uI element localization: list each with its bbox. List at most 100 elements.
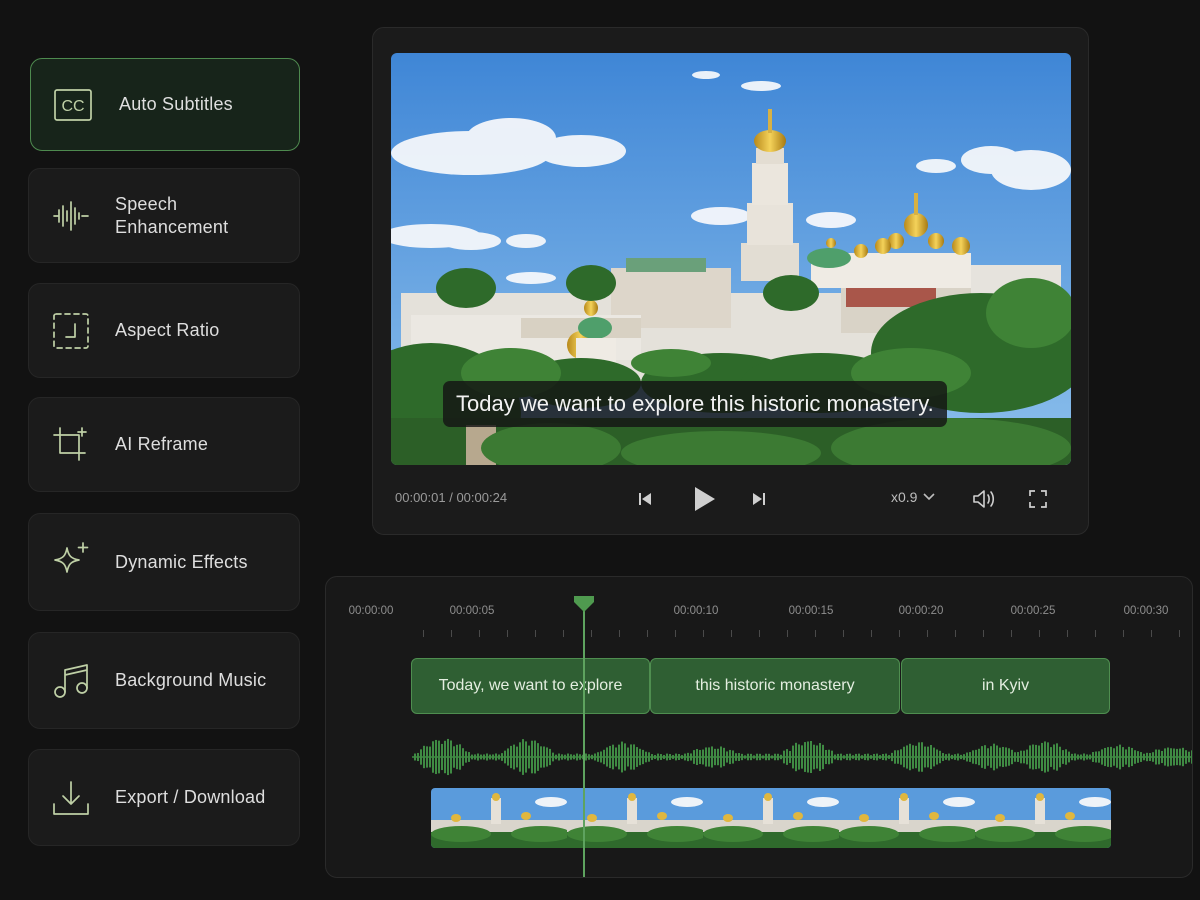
waveform-bar <box>645 751 647 763</box>
waveform-bar <box>909 743 911 771</box>
waveform-bar <box>927 746 929 768</box>
waveform-bar <box>1173 748 1175 766</box>
ruler-tick <box>703 630 704 637</box>
ruler-tick <box>507 630 508 637</box>
waveform-bar <box>507 748 509 766</box>
waveform-bar <box>705 747 707 767</box>
waveform-bar <box>444 740 446 774</box>
waveform-bar <box>456 744 458 770</box>
tool-dynamic-effects[interactable]: Dynamic Effects <box>28 513 300 611</box>
waveform-bar <box>588 754 590 760</box>
waveform-bar <box>648 752 650 762</box>
ruler-tick <box>787 630 788 637</box>
tool-aspect-ratio[interactable]: Aspect Ratio <box>28 283 300 378</box>
video-preview[interactable]: Today we want to explore this historic m… <box>391 53 1071 465</box>
waveform-bar <box>1005 747 1007 767</box>
waveform-bar <box>417 752 419 762</box>
waveform-bar <box>537 743 539 771</box>
waveform-bar <box>435 739 437 775</box>
waveform-bar <box>837 753 839 761</box>
waveform-bar <box>573 754 575 760</box>
tool-auto-subtitles[interactable]: CC Auto Subtitles <box>30 58 300 151</box>
volume-icon <box>973 490 995 508</box>
ruler-tick <box>591 630 592 637</box>
waveform-bar <box>948 753 950 761</box>
waveform-bar <box>975 749 977 765</box>
waveform-bar <box>483 754 485 760</box>
ruler-tick <box>479 630 480 637</box>
waveform-bar <box>654 755 656 759</box>
volume-button[interactable] <box>969 486 999 512</box>
waveform-bar <box>429 746 431 768</box>
tool-label: AI Reframe <box>115 434 209 454</box>
waveform-bar <box>579 754 581 760</box>
tool-label: Dynamic Effects <box>115 551 248 572</box>
subtitle-clip[interactable]: Today, we want to explore <box>411 658 650 714</box>
cc-icon: CC <box>51 83 95 127</box>
ruler-tick <box>843 630 844 637</box>
waveform-bar <box>972 750 974 764</box>
skip-forward-button[interactable] <box>745 487 773 511</box>
waveform-bar <box>1164 748 1166 766</box>
skip-back-button[interactable] <box>631 487 659 511</box>
waveform-bar <box>561 754 563 760</box>
tool-ai-reframe[interactable]: AI Reframe <box>28 397 300 492</box>
waveform-bar <box>672 755 674 759</box>
waveform-bar <box>894 750 896 764</box>
waveform-bar <box>621 741 623 773</box>
waveform-bar <box>1131 747 1133 767</box>
waveform-bar <box>636 747 638 767</box>
ruler-tick <box>675 630 676 637</box>
waveform-bar <box>1146 752 1148 762</box>
waveform-bar <box>471 754 473 760</box>
waveform-bar <box>849 753 851 761</box>
waveform-bar <box>945 754 947 760</box>
waveform-bar <box>795 742 797 772</box>
waveform-bar <box>867 753 869 761</box>
waveform-bar <box>498 754 500 760</box>
waveform-bar <box>603 749 605 765</box>
waveform-bar <box>1137 751 1139 763</box>
waveform-bar <box>1182 747 1184 767</box>
waveform-bar <box>600 751 602 763</box>
audio-waveform[interactable] <box>412 735 1193 779</box>
fullscreen-icon <box>1029 490 1047 508</box>
waveform-bar <box>696 748 698 766</box>
waveform-bar <box>609 745 611 769</box>
ruler-tick <box>927 630 928 637</box>
tool-speech-enhancement[interactable]: Speech Enhancement <box>28 168 300 263</box>
waveform-bar <box>798 744 800 770</box>
waveform-bar <box>858 753 860 761</box>
play-icon <box>695 487 715 511</box>
waveform-bar <box>1056 743 1058 771</box>
waveform-bar <box>633 744 635 770</box>
subtitle-clip[interactable]: this historic monastery <box>650 658 900 714</box>
timeline-panel: 00:00:00 00:00:05 00:00:10 00:00:15 00:0… <box>325 576 1193 878</box>
waveform-bar <box>1098 751 1100 763</box>
subtitle-clip[interactable]: in Kyiv <box>901 658 1110 714</box>
ruler-label: 00:00:10 <box>673 605 719 617</box>
waveform-bar <box>597 752 599 762</box>
waveform-bar <box>420 749 422 765</box>
waveform-bar <box>627 747 629 767</box>
play-button[interactable] <box>686 482 722 516</box>
waveform-bar <box>768 753 770 761</box>
fullscreen-button[interactable] <box>1024 486 1052 512</box>
waveform-bar <box>957 753 959 761</box>
waveform-bar <box>1191 750 1192 764</box>
video-track-filmstrip[interactable] <box>431 788 1111 848</box>
playhead-handle[interactable] <box>572 595 596 613</box>
playback-speed-select[interactable]: x0.9 <box>891 489 936 505</box>
waveform-bar <box>852 755 854 759</box>
waveform-bar <box>765 753 767 761</box>
waveform-bar <box>771 755 773 759</box>
waveform-bar <box>870 755 872 759</box>
waveform-bar <box>1158 749 1160 765</box>
tool-background-music[interactable]: Background Music <box>28 632 300 729</box>
waveform-bar <box>744 755 746 759</box>
waveform-bar <box>540 746 542 768</box>
waveform-bar <box>759 753 761 761</box>
tool-export-download[interactable]: Export / Download <box>28 749 300 846</box>
waveform-bar <box>726 751 728 763</box>
waveform-bar <box>864 753 866 761</box>
